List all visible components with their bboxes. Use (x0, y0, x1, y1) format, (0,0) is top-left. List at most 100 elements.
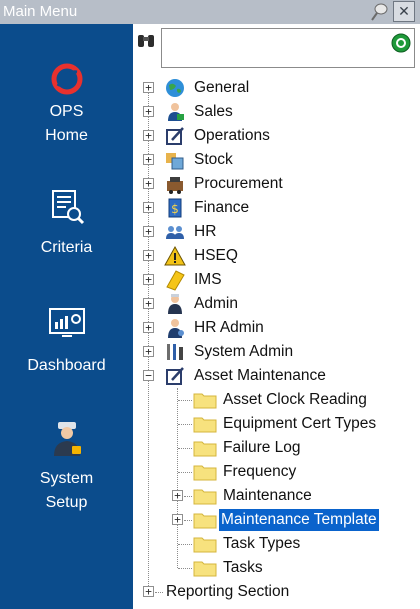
expand-icon[interactable]: + (143, 202, 154, 213)
tree-node-system-admin[interactable]: + System Admin (133, 340, 420, 364)
menu-panel: + General + Sales + Operations + Stock +… (133, 24, 420, 609)
admin-icon (164, 293, 186, 315)
tree-node-general[interactable]: + General (133, 76, 420, 100)
pin-icon[interactable] (369, 2, 389, 22)
folder-icon (193, 559, 217, 577)
tree-node-label: Equipment Cert Types (223, 415, 377, 432)
tree-node-frequency[interactable]: Frequency (133, 460, 420, 484)
sidebar-item-label: Setup (45, 494, 88, 511)
tree-node-label: System Admin (194, 343, 294, 360)
expand-icon[interactable]: + (143, 346, 154, 357)
tree-node-label: HR (194, 223, 217, 240)
procurement-icon (164, 173, 186, 195)
expand-icon[interactable]: + (143, 154, 154, 165)
tree-node-sales[interactable]: + Sales (133, 100, 420, 124)
tree-node-hseq[interactable]: + HSEQ (133, 244, 420, 268)
tree-node-label: HR Admin (194, 319, 264, 336)
collapse-icon[interactable]: − (143, 370, 154, 381)
expand-icon[interactable]: + (143, 250, 154, 261)
tree-node-label: Procurement (194, 175, 283, 192)
sidebar-item-dashboard[interactable]: Dashboard (0, 354, 133, 378)
window-title: Main Menu (3, 3, 78, 20)
tree-node-label: Stock (194, 151, 233, 168)
tree-node-label: Sales (194, 103, 233, 120)
tree-node-tasks[interactable]: Tasks (133, 556, 420, 580)
expand-icon[interactable]: + (143, 586, 154, 597)
folder-icon (193, 511, 217, 529)
tree-node-label-selected: Maintenance Template (219, 509, 379, 531)
folder-icon (193, 463, 217, 481)
tree-node-failure-log[interactable]: Failure Log (133, 436, 420, 460)
sidebar-item-label: OPS (49, 103, 84, 120)
sidebar: OPS Home Criteria Dashboard System Setup (0, 24, 133, 609)
tree-node-operations[interactable]: + Operations (133, 124, 420, 148)
svg-text:$: $ (171, 202, 179, 216)
tree-node-asset-maintenance[interactable]: − Asset Maintenance (133, 364, 420, 388)
sidebar-item-label: Criteria (40, 239, 93, 256)
expand-icon[interactable]: + (143, 178, 154, 189)
sidebar-item-system-setup[interactable]: System Setup (0, 467, 133, 515)
tree-node-label: Finance (194, 199, 250, 216)
tree-node-maintenance-template[interactable]: + Maintenance Template (133, 508, 420, 532)
expand-icon[interactable]: + (143, 82, 154, 93)
sidebar-item-criteria[interactable]: Criteria (0, 236, 133, 260)
tree-node-label: Task Types (223, 535, 301, 552)
expand-icon[interactable]: + (172, 490, 183, 501)
tree-node-ims[interactable]: + IMS (133, 268, 420, 292)
folder-icon (193, 415, 217, 433)
tree-node-label: Reporting Section (166, 583, 290, 600)
globe-icon (164, 77, 186, 99)
tree-node-hr-admin[interactable]: + HR Admin (133, 316, 420, 340)
hr-icon (164, 221, 186, 243)
tree-node-equipment-cert-types[interactable]: Equipment Cert Types (133, 412, 420, 436)
criteria-icon[interactable] (44, 184, 90, 230)
tree-node-reporting-section[interactable]: + Reporting Section (133, 580, 420, 604)
tree-node-admin[interactable]: + Admin (133, 292, 420, 316)
tree-node-label: Asset Clock Reading (223, 391, 367, 408)
folder-icon (193, 535, 217, 553)
tree-node-label: Tasks (223, 559, 263, 576)
tree-node-task-types[interactable]: Task Types (133, 532, 420, 556)
finance-icon: $ (164, 197, 186, 219)
tree-node-finance[interactable]: + $ Finance (133, 196, 420, 220)
tree-node-label: Maintenance (223, 487, 312, 504)
stock-icon (164, 149, 186, 171)
ims-icon (164, 269, 186, 291)
menu-tree: + General + Sales + Operations + Stock +… (133, 24, 420, 609)
tree-node-label: Asset Maintenance (194, 367, 326, 384)
dashboard-icon[interactable] (44, 302, 90, 348)
hr-admin-icon (164, 317, 186, 339)
tree-node-maintenance[interactable]: + Maintenance (133, 484, 420, 508)
window-titlebar: Main Menu (0, 0, 420, 24)
tree-node-label: HSEQ (194, 247, 238, 264)
expand-icon[interactable]: + (143, 226, 154, 237)
warning-icon (164, 245, 186, 267)
tree-node-stock[interactable]: + Stock (133, 148, 420, 172)
expand-icon[interactable]: + (143, 298, 154, 309)
sidebar-item-ops-home[interactable]: OPS Home (0, 100, 133, 148)
sidebar-item-label: System (39, 470, 94, 487)
sidebar-item-label: Dashboard (27, 357, 106, 374)
ops-logo-icon[interactable] (44, 56, 90, 102)
asset-maintenance-icon (164, 365, 186, 387)
expand-icon[interactable]: + (172, 514, 183, 525)
tree-node-asset-clock-reading[interactable]: Asset Clock Reading (133, 388, 420, 412)
tree-node-label: Frequency (223, 463, 297, 480)
system-admin-icon (164, 341, 186, 363)
expand-icon[interactable]: + (143, 130, 154, 141)
system-setup-icon[interactable] (44, 416, 90, 462)
tree-node-label: Admin (194, 295, 238, 312)
expand-icon[interactable]: + (143, 322, 154, 333)
folder-icon (193, 439, 217, 457)
expand-icon[interactable]: + (143, 106, 154, 117)
folder-icon (193, 487, 217, 505)
tree-node-label: Failure Log (223, 439, 301, 456)
close-button[interactable]: ✕ (393, 1, 415, 22)
tree-node-hr[interactable]: + HR (133, 220, 420, 244)
sales-icon (164, 101, 186, 123)
tree-node-procurement[interactable]: + Procurement (133, 172, 420, 196)
sidebar-item-label: Home (45, 127, 88, 144)
expand-icon[interactable]: + (143, 274, 154, 285)
tree-node-label: General (194, 79, 250, 96)
operations-icon (164, 125, 186, 147)
